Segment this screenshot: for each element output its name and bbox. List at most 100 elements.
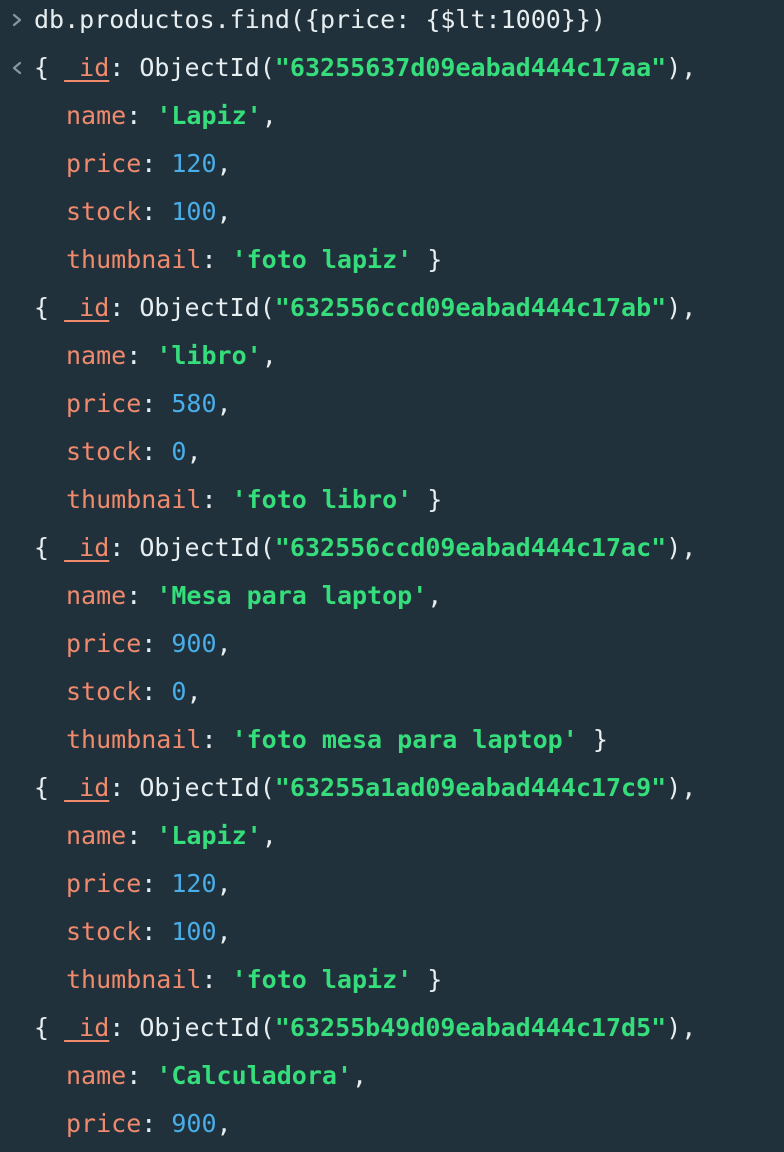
- field-tail: ,: [261, 341, 277, 370]
- paren-open: (: [259, 53, 275, 82]
- id-key: _id: [64, 1013, 110, 1042]
- field-value: 900: [171, 629, 217, 658]
- id-key: _id: [64, 773, 110, 802]
- objectid-value: "63255a1ad09eabad444c17c9": [274, 773, 667, 802]
- colon: :: [109, 53, 140, 82]
- colon: :: [126, 101, 157, 130]
- objectid-value: "63255b49d09eabad444c17d5": [274, 1013, 667, 1042]
- field-key: stock: [66, 677, 142, 706]
- field-value: 120: [171, 149, 217, 178]
- field-tail: ,: [261, 821, 277, 850]
- colon: :: [109, 533, 140, 562]
- colon: :: [141, 437, 172, 466]
- colon: :: [141, 149, 172, 178]
- open-brace: {: [34, 773, 65, 802]
- colon: :: [141, 629, 172, 658]
- field-value: 'Mesa para laptop': [156, 581, 428, 610]
- open-brace: {: [34, 1013, 65, 1042]
- command-line[interactable]: db.productos.find({price: {$lt:1000}}): [0, 0, 606, 48]
- objectid-function: ObjectId: [139, 293, 260, 322]
- field-key: name: [66, 581, 127, 610]
- field-key: price: [66, 389, 142, 418]
- objectid-function: ObjectId: [139, 53, 260, 82]
- colon: :: [201, 485, 232, 514]
- field-value: 'Lapiz': [156, 821, 262, 850]
- field-tail: ,: [186, 677, 202, 706]
- colon: :: [126, 581, 157, 610]
- field-key: stock: [66, 437, 142, 466]
- open-brace: {: [34, 293, 65, 322]
- colon: :: [141, 869, 172, 898]
- field-tail: ,: [216, 1109, 232, 1138]
- paren-close: ),: [666, 533, 697, 562]
- colon: :: [141, 677, 172, 706]
- field-value: 'Calculadora': [156, 1061, 352, 1090]
- objectid-value: "63255637d09eabad444c17aa": [274, 53, 667, 82]
- field-key: thumbnail: [66, 245, 202, 274]
- field-value: 'foto lapiz': [231, 245, 413, 274]
- field-value: 0: [171, 677, 187, 706]
- id-key: _id: [64, 293, 110, 322]
- colon: :: [201, 965, 232, 994]
- paren-close: ),: [666, 293, 697, 322]
- colon: :: [126, 1061, 157, 1090]
- field-key: stock: [66, 917, 142, 946]
- field-key: name: [66, 341, 127, 370]
- colon: :: [141, 1109, 172, 1138]
- colon: :: [201, 245, 232, 274]
- command-text[interactable]: db.productos.find({price: {$lt:1000}}): [34, 0, 606, 40]
- id-key: _id: [64, 533, 110, 562]
- objectid-value: "632556ccd09eabad444c17ab": [274, 293, 667, 322]
- open-brace: {: [34, 533, 65, 562]
- field-tail: ,: [427, 581, 443, 610]
- field-tail: ,: [216, 149, 232, 178]
- field-value: 900: [171, 1109, 217, 1138]
- field-key: name: [66, 101, 127, 130]
- field-tail: ,: [261, 101, 277, 130]
- field-key: thumbnail: [66, 485, 202, 514]
- field-tail: }: [412, 485, 443, 514]
- objectid-function: ObjectId: [139, 1013, 260, 1042]
- field-value: 'foto libro': [231, 485, 413, 514]
- field-tail: ,: [216, 869, 232, 898]
- objectid-function: ObjectId: [139, 533, 260, 562]
- field-tail: ,: [352, 1061, 368, 1090]
- paren-open: (: [259, 1013, 275, 1042]
- field-tail: ,: [186, 437, 202, 466]
- field-value: 'libro': [156, 341, 262, 370]
- field-value: 'foto lapiz': [231, 965, 413, 994]
- colon: :: [126, 341, 157, 370]
- paren-close: ),: [666, 1013, 697, 1042]
- field-key: price: [66, 629, 142, 658]
- field-tail: ,: [216, 917, 232, 946]
- field-key: name: [66, 1061, 127, 1090]
- field-key: thumbnail: [66, 965, 202, 994]
- field-value: 100: [171, 197, 217, 226]
- paren-open: (: [259, 533, 275, 562]
- field-key: price: [66, 869, 142, 898]
- objectid-function: ObjectId: [139, 773, 260, 802]
- field-value: 0: [171, 437, 187, 466]
- field-key: price: [66, 1109, 142, 1138]
- field-value: 120: [171, 869, 217, 898]
- colon: :: [109, 1013, 140, 1042]
- colon: :: [141, 917, 172, 946]
- colon: :: [126, 821, 157, 850]
- colon: :: [109, 293, 140, 322]
- id-key: _id: [64, 53, 110, 82]
- colon: :: [141, 389, 172, 418]
- paren-close: ),: [666, 53, 697, 82]
- field-key: price: [66, 149, 142, 178]
- field-value: 'foto mesa para laptop': [231, 725, 578, 754]
- field-tail: }: [412, 245, 443, 274]
- chevron-left-icon: [12, 61, 22, 75]
- field-key: stock: [66, 197, 142, 226]
- paren-close: ),: [666, 773, 697, 802]
- field-key: thumbnail: [66, 725, 202, 754]
- field-value: 580: [171, 389, 217, 418]
- paren-open: (: [259, 773, 275, 802]
- field-tail: }: [412, 965, 443, 994]
- colon: :: [201, 725, 232, 754]
- chevron-right-icon: [12, 13, 22, 27]
- open-brace: {: [34, 53, 65, 82]
